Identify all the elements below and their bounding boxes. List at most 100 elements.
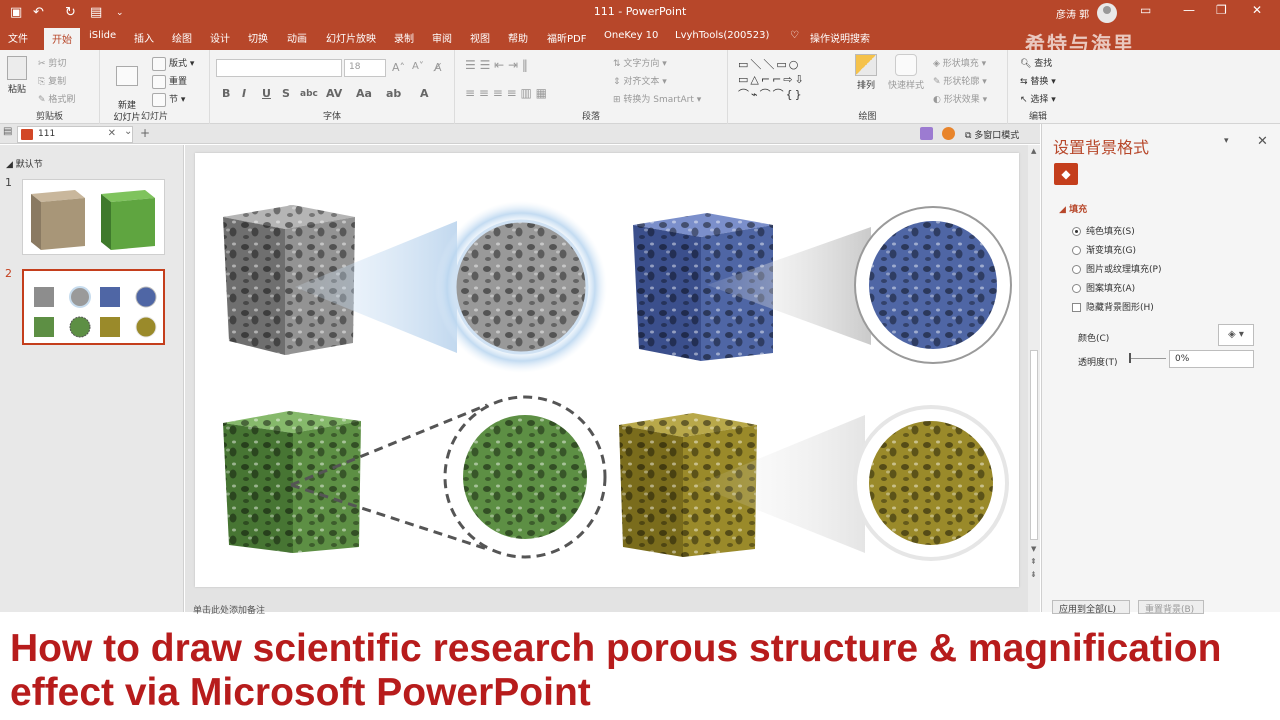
transparency-input[interactable]: 0% xyxy=(1169,350,1254,368)
prev-slide-icon[interactable]: ⇞ xyxy=(1030,557,1037,566)
bullets-icon[interactable]: ☰ ☰ ⇤ ⇥ ‖ xyxy=(465,58,528,72)
close-icon[interactable]: ✕ xyxy=(1252,3,1262,17)
new-tab-icon[interactable]: + xyxy=(140,126,150,140)
gradient-fill-option[interactable]: 渐变填充(G) xyxy=(1072,243,1136,256)
picture-fill-option[interactable]: 图片或纹理填充(P) xyxy=(1072,262,1161,275)
tab-view[interactable]: 视图 xyxy=(470,30,490,45)
tab-record[interactable]: 录制 xyxy=(394,30,414,45)
spacing-icon[interactable]: AV xyxy=(326,87,342,100)
ribbon-display-icon[interactable]: ▭ xyxy=(1140,3,1151,17)
tab-design[interactable]: 设计 xyxy=(210,30,230,45)
bold-icon[interactable]: B xyxy=(222,87,230,100)
slide-thumbnail-1[interactable] xyxy=(22,179,165,255)
hide-bg-checkbox[interactable] xyxy=(1072,303,1081,312)
solid-fill-option[interactable]: 纯色填充(S) xyxy=(1072,224,1135,237)
copy-button[interactable]: ⎘ 复制 xyxy=(38,74,66,87)
maximize-icon[interactable]: ❐ xyxy=(1216,3,1227,17)
minimize-icon[interactable]: — xyxy=(1183,3,1195,17)
align-icons[interactable]: ≡ ≡ ≡ ≡ ▥ ▦ xyxy=(465,86,547,100)
section-header[interactable]: ◢ 默认节 xyxy=(6,157,43,170)
pattern-fill-option[interactable]: 图案填充(A) xyxy=(1072,281,1135,294)
quick-styles-button[interactable]: 快速样式 xyxy=(884,54,928,91)
tab-draw[interactable]: 绘图 xyxy=(172,30,192,45)
tab-home[interactable]: 开始 xyxy=(44,28,80,51)
select-button[interactable]: ↖ 选择 ▾ xyxy=(1020,92,1056,105)
notes-placeholder[interactable]: 单击此处添加备注 xyxy=(193,603,265,616)
transparency-slider-knob[interactable] xyxy=(1129,353,1131,363)
tab-file[interactable]: 文件 xyxy=(8,30,28,45)
find-button[interactable]: 🔍︎ 查找 xyxy=(1020,56,1052,69)
reset-background-button[interactable]: 重置背景(B) xyxy=(1138,600,1204,614)
next-slide-icon[interactable]: ⇟ xyxy=(1030,570,1037,579)
grow-font-icon[interactable]: A˄ xyxy=(392,61,405,74)
tab-slideshow[interactable]: 幻灯片放映 xyxy=(326,30,376,45)
tab-onekey[interactable]: OneKey 10 xyxy=(604,30,658,41)
color-picker-button[interactable]: ◈ ▾ xyxy=(1218,324,1254,346)
shape-fill-button[interactable]: ◈ 形状填充 ▾ xyxy=(933,56,986,69)
shape-outline-button[interactable]: ✎ 形状轮廓 ▾ xyxy=(933,74,987,87)
font-size-box[interactable]: 18 xyxy=(344,59,386,77)
paste-button[interactable]: 粘贴 xyxy=(4,56,30,95)
slide-thumbnail-2[interactable] xyxy=(22,269,165,345)
gray-magnified-circle[interactable] xyxy=(435,201,607,373)
green-porous-cube[interactable] xyxy=(223,411,361,553)
tell-me-search[interactable]: 操作说明搜索 xyxy=(810,30,870,45)
avatar[interactable] xyxy=(1097,3,1117,23)
radio-pattern[interactable] xyxy=(1072,284,1081,293)
tab-insert[interactable]: 插入 xyxy=(134,30,154,45)
close-tab-icon[interactable]: ✕ xyxy=(108,128,116,139)
smartart-button[interactable]: ⊞ 转换为 SmartArt ▾ xyxy=(613,92,701,105)
shape-effects-button[interactable]: ◐ 形状效果 ▾ xyxy=(933,92,987,105)
radio-solid[interactable] xyxy=(1072,227,1081,236)
scroll-up-icon[interactable]: ▲ xyxy=(1031,147,1036,155)
transparency-slider[interactable] xyxy=(1130,358,1166,359)
cut-button[interactable]: ✂ 剪切 xyxy=(38,56,66,69)
document-tab[interactable]: 111 ✕ xyxy=(17,126,133,143)
section-button[interactable]: 节 ▾ xyxy=(152,92,185,107)
blue-magnified-circle[interactable] xyxy=(854,206,1012,364)
shrink-font-icon[interactable]: A˅ xyxy=(412,61,424,72)
tab-dropdown-icon[interactable]: ⌄ xyxy=(124,126,132,137)
scroll-down-icon[interactable]: ▼ xyxy=(1031,545,1036,553)
multi-window-mode-button[interactable]: ⧉ 多窗口模式 xyxy=(965,128,1019,141)
olive-magnified-circle[interactable] xyxy=(853,405,1009,561)
shapes-gallery[interactable]: ▭＼＼▭○ ▭△⌐⌐⇨⇩ ⌒⌁⌒⌒{} xyxy=(738,57,846,105)
italic-icon[interactable]: I xyxy=(242,87,246,100)
pane-options-icon[interactable]: ▾ xyxy=(1224,136,1229,146)
scrollbar-thumb[interactable] xyxy=(1030,350,1038,540)
shadow-icon[interactable]: S xyxy=(282,87,290,100)
case-icon[interactable]: Aa xyxy=(356,87,372,100)
radio-gradient[interactable] xyxy=(1072,246,1081,255)
green-magnified-circle[interactable] xyxy=(443,395,607,559)
tab-help[interactable]: 帮助 xyxy=(508,30,528,45)
settings-gear-icon[interactable] xyxy=(942,127,955,140)
underline-icon[interactable]: U xyxy=(262,87,271,100)
slide-canvas[interactable] xyxy=(195,153,1019,587)
tab-transitions[interactable]: 切换 xyxy=(248,30,268,45)
fill-bucket-icon[interactable]: ◆ xyxy=(1054,163,1078,185)
apply-to-all-button[interactable]: 应用到全部(L) xyxy=(1052,600,1130,614)
tab-islide[interactable]: iSlide xyxy=(89,30,116,41)
hide-bg-graphics-option[interactable]: 隐藏背景图形(H) xyxy=(1072,300,1154,313)
user-name[interactable]: 彦涛 郭 xyxy=(1056,6,1089,21)
tab-foxit-pdf[interactable]: 福昕PDF xyxy=(547,30,586,45)
tab-list-icon[interactable]: ▤ xyxy=(3,126,12,137)
align-text-button[interactable]: ⇕ 对齐文本 ▾ xyxy=(613,74,667,87)
strikethrough-icon[interactable]: abc xyxy=(300,89,318,99)
text-direction-button[interactable]: ⇅ 文字方向 ▾ xyxy=(613,56,667,69)
font-color-icon[interactable]: A xyxy=(420,87,429,100)
vertical-scrollbar[interactable]: ▲ ▼ ⇞ ⇟ xyxy=(1028,145,1040,612)
replace-button[interactable]: ⇆ 替换 ▾ xyxy=(1020,74,1056,87)
layout-button[interactable]: 版式 ▾ xyxy=(152,56,194,71)
arrange-button[interactable]: 排列 xyxy=(848,54,884,91)
reset-button[interactable]: 重置 xyxy=(152,74,187,89)
tab-animations[interactable]: 动画 xyxy=(287,30,307,45)
pane-close-icon[interactable]: ✕ xyxy=(1257,134,1268,149)
format-painter-button[interactable]: ✎ 格式刷 xyxy=(38,92,75,105)
highlight-icon[interactable]: ab xyxy=(386,87,401,100)
radio-picture[interactable] xyxy=(1072,265,1081,274)
tab-lvyhtools[interactable]: LvyhTools(200523) xyxy=(675,30,769,41)
clear-format-icon[interactable]: A̸ xyxy=(434,61,442,74)
tab-review[interactable]: 审阅 xyxy=(432,30,452,45)
fill-section-header[interactable]: ◢ 填充 xyxy=(1059,202,1087,215)
